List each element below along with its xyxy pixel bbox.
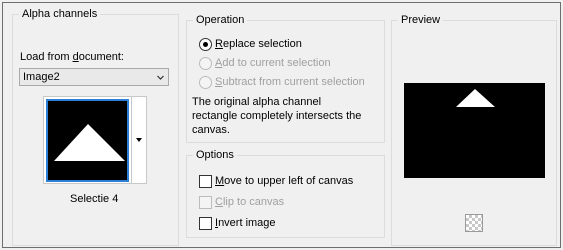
subtract-from-selection-radio[interactable]	[199, 76, 212, 89]
add-to-selection-label[interactable]: Add to current selection	[215, 56, 331, 70]
invert-image-label[interactable]: Invert image	[215, 216, 276, 230]
preview-canvas	[404, 83, 545, 178]
thumbnail-dropdown-button[interactable]	[131, 97, 146, 183]
operation-message-line-1: The original alpha channel	[192, 96, 322, 108]
preview-title: Preview	[398, 13, 444, 27]
replace-selection-radio[interactable]	[199, 38, 212, 51]
selection-thumbnail-picker[interactable]	[43, 96, 147, 184]
replace-selection-label[interactable]: Replace selection	[215, 37, 302, 51]
dropdown-arrow-icon	[136, 138, 142, 142]
document-select[interactable]: Image2	[19, 68, 169, 86]
options-title: Options	[193, 148, 237, 162]
clip-to-canvas-label[interactable]: Clip to canvas	[215, 195, 284, 209]
preview-triangle-image	[404, 83, 545, 178]
move-to-upper-left-label[interactable]: Move to upper left of canvas	[215, 174, 353, 188]
thumbnail-triangle-image	[48, 101, 127, 180]
clip-to-canvas-checkbox[interactable]	[199, 196, 212, 209]
load-from-document-label: Load from document:	[20, 51, 124, 63]
operation-message-line-3: canvas.	[192, 124, 230, 136]
subtract-from-selection-label[interactable]: Subtract from current selection	[215, 75, 365, 89]
invert-image-checkbox[interactable]	[199, 217, 212, 230]
move-to-upper-left-checkbox[interactable]	[199, 175, 212, 188]
checkerboard-icon[interactable]	[465, 214, 483, 232]
selection-thumbnail[interactable]	[46, 99, 129, 182]
selection-name-label: Selectie 4	[70, 193, 119, 205]
add-to-selection-radio[interactable]	[199, 57, 212, 70]
operation-title: Operation	[193, 13, 248, 27]
chevron-down-icon	[157, 75, 164, 80]
document-select-value: Image2	[23, 71, 60, 83]
operation-message-line-2: rectangle completely intersects the	[192, 110, 362, 122]
alpha-channels-title: Alpha channels	[19, 7, 101, 21]
